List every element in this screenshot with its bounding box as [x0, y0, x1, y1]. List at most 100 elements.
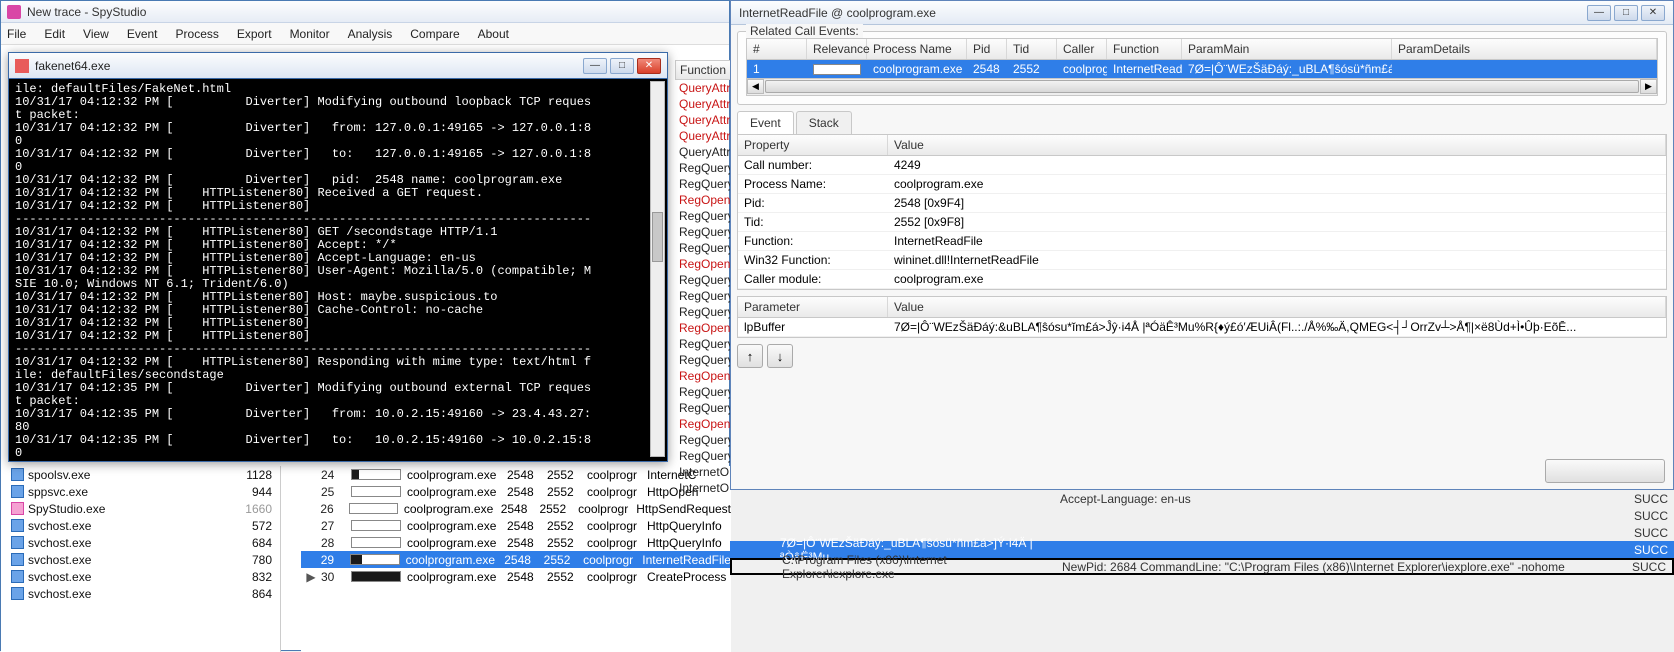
function-cell[interactable]: RegQuery [675, 304, 735, 320]
process-tree-item[interactable]: svchost.exe572 [1, 517, 280, 534]
console-titlebar[interactable]: fakenet64.exe — □ ✕ [9, 53, 667, 79]
function-cell[interactable]: RegQuery [675, 208, 735, 224]
function-cell[interactable]: RegOpen [675, 256, 735, 272]
process-name: svchost.exe [28, 570, 230, 584]
function-header[interactable]: Function [675, 60, 735, 80]
function-cell[interactable]: RegQuery [675, 288, 735, 304]
related-events-grid[interactable]: # Relevance Process Name Pid Tid Caller … [746, 38, 1658, 79]
maximize-button[interactable]: □ [610, 58, 634, 74]
process-name: svchost.exe [28, 536, 230, 550]
relevance-bar [351, 571, 401, 582]
function-cell[interactable]: RegOpen [675, 416, 735, 432]
function-cell[interactable]: QueryAttr [675, 144, 735, 160]
menu-event[interactable]: Event [127, 27, 158, 41]
process-icon [11, 485, 24, 498]
tab-stack[interactable]: Stack [796, 111, 852, 134]
process-tree-item[interactable]: spoolsv.exe1128 [1, 466, 280, 483]
action-button[interactable] [1545, 459, 1665, 483]
menu-edit[interactable]: Edit [44, 27, 65, 41]
function-cell[interactable]: RegQuery [675, 432, 735, 448]
menu-view[interactable]: View [83, 27, 109, 41]
function-cell[interactable]: QueryAttr [675, 80, 735, 96]
function-cell[interactable]: RegQuery [675, 400, 735, 416]
main-titlebar[interactable]: New trace - SpyStudio [1, 1, 729, 23]
process-tree-item[interactable]: svchost.exe780 [1, 551, 280, 568]
process-pid: 1660 [230, 502, 280, 516]
trace-row[interactable]: 24coolprogram.exe25482552coolprogrIntern… [301, 466, 731, 483]
menu-about[interactable]: About [478, 27, 509, 41]
function-cell[interactable]: QueryAttr [675, 96, 735, 112]
process-tree-item[interactable]: SpyStudio.exe1660 [1, 500, 280, 517]
grid-header[interactable]: # Relevance Process Name Pid Tid Caller … [747, 39, 1657, 60]
process-tree-item[interactable]: svchost.exe684 [1, 534, 280, 551]
function-cell[interactable]: RegQuery [675, 352, 735, 368]
trace-row[interactable]: 26coolprogram.exe25482552coolprogrHttpSe… [301, 500, 731, 517]
scroll-thumb[interactable] [765, 80, 1639, 93]
function-cell[interactable]: RegQuery [675, 336, 735, 352]
process-tree-item[interactable]: sppsvc.exe944 [1, 483, 280, 500]
function-cell[interactable]: InternetO [675, 480, 735, 496]
property-row[interactable]: Process Name:coolprogram.exe [738, 175, 1666, 194]
maximize-button[interactable]: □ [1614, 5, 1638, 21]
function-cell[interactable]: RegOpen [675, 192, 735, 208]
prev-button[interactable]: ↑ [737, 344, 763, 368]
close-button[interactable]: ✕ [1641, 5, 1665, 21]
detail-tabs: Event Stack [737, 111, 1667, 134]
tab-event[interactable]: Event [737, 111, 794, 134]
close-button[interactable]: ✕ [637, 58, 661, 74]
parameter-header[interactable]: Parameter Value [738, 297, 1666, 318]
trace-row[interactable]: ▶30coolprogram.exe25482552coolprogrCreat… [301, 568, 731, 585]
property-row[interactable]: Pid:2548 [0x9F4] [738, 194, 1666, 213]
menu-compare[interactable]: Compare [410, 27, 459, 41]
trace-row[interactable]: 25coolprogram.exe25482552coolprogrHttpOp… [301, 483, 731, 500]
trace-row[interactable]: 29coolprogram.exe25482552coolprogrIntern… [301, 551, 731, 568]
function-cell[interactable]: QueryAttr [675, 112, 735, 128]
function-cell[interactable]: RegQuery [675, 240, 735, 256]
console-scrollbar[interactable] [650, 81, 665, 457]
property-row[interactable]: Call number:4249 [738, 156, 1666, 175]
property-row[interactable]: Tid:2552 [0x9F8] [738, 213, 1666, 232]
function-cell[interactable]: RegQuery [675, 384, 735, 400]
main-title-text: New trace - SpyStudio [27, 5, 146, 19]
menu-export[interactable]: Export [237, 27, 272, 41]
trace-detail-row[interactable]: C:\Program Files (x86)\Internet Explorer… [730, 558, 1674, 575]
function-cell[interactable]: QueryAttr [675, 128, 735, 144]
minimize-button[interactable]: — [583, 58, 607, 74]
scroll-right-icon[interactable]: ▶ [1640, 79, 1657, 94]
process-icon [11, 502, 24, 515]
property-grid[interactable]: Property Value Call number:4249Process N… [737, 134, 1667, 290]
trace-row[interactable]: 27coolprogram.exe25482552coolprogrHttpQu… [301, 517, 731, 534]
detail-titlebar[interactable]: InternetReadFile @ coolprogram.exe — □ ✕ [731, 1, 1673, 25]
function-cell[interactable]: RegOpen [675, 368, 735, 384]
menu-analysis[interactable]: Analysis [348, 27, 393, 41]
property-row[interactable]: Caller module:coolprogram.exe [738, 270, 1666, 289]
function-cell[interactable]: RegQuery [675, 272, 735, 288]
process-tree-item[interactable]: svchost.exe832 [1, 568, 280, 585]
trace-row[interactable]: 28coolprogram.exe25482552coolprogrHttpQu… [301, 534, 731, 551]
trace-detail-row[interactable]: Accept-Language: en-usSUCC [730, 490, 1674, 507]
process-tree-item[interactable]: svchost.exe864 [1, 585, 280, 602]
function-cell[interactable]: RegQuery [675, 176, 735, 192]
parameter-row[interactable]: lpBuffer7Ø=|Ô¨WEzŠäÐáý:&uBLA¶ŝósu*ĭm£á>Ĵ… [738, 318, 1666, 337]
next-button[interactable]: ↓ [767, 344, 793, 368]
menu-monitor[interactable]: Monitor [290, 27, 330, 41]
minimize-button[interactable]: — [1587, 5, 1611, 21]
horizontal-scrollbar[interactable]: ◀ ▶ [746, 79, 1658, 96]
property-row[interactable]: Win32 Function:wininet.dll!InternetReadF… [738, 251, 1666, 270]
process-pid: 864 [230, 587, 280, 601]
menu-file[interactable]: File [7, 27, 26, 41]
parameter-grid[interactable]: Parameter Value lpBuffer7Ø=|Ô¨WEzŠäÐáý:&… [737, 296, 1667, 338]
menu-process[interactable]: Process [176, 27, 219, 41]
menubar: File Edit View Event Process Export Moni… [1, 23, 729, 45]
property-header[interactable]: Property Value [738, 135, 1666, 156]
function-cell[interactable]: RegQuery [675, 448, 735, 464]
function-cell[interactable]: RegQuery [675, 160, 735, 176]
trace-detail-row[interactable]: SUCC [730, 507, 1674, 524]
function-cell[interactable]: RegQuery [675, 224, 735, 240]
property-row[interactable]: Function:InternetReadFile [738, 232, 1666, 251]
function-cell[interactable]: RegOpen [675, 320, 735, 336]
grid-row[interactable]: 1 coolprogram.exe 2548 2552 coolprogr In… [747, 60, 1657, 78]
console-output[interactable]: ile: defaultFiles/FakeNet.html 10/31/17 … [13, 81, 649, 457]
scroll-left-icon[interactable]: ◀ [747, 79, 764, 94]
function-cell[interactable]: InternetO [675, 464, 735, 480]
